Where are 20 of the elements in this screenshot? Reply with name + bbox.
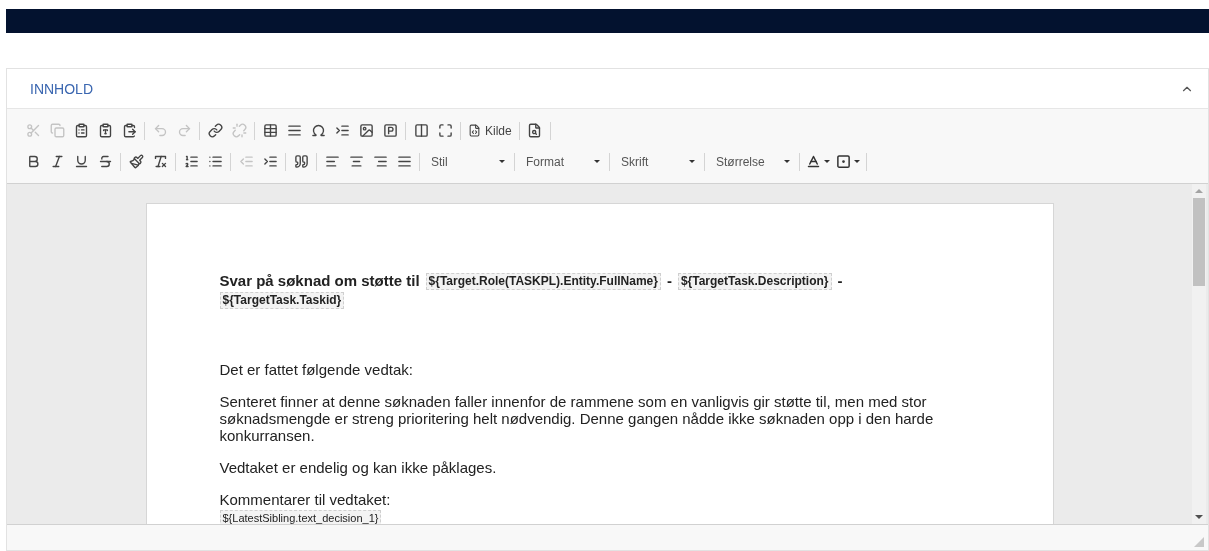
template-field: ${TargetTask.Taskid} [219, 292, 345, 309]
document-text: Kommentarer til vedtaket: [219, 491, 391, 508]
toolbar-dropdown[interactable]: Skrift [613, 149, 701, 174]
toolbar-dropdown[interactable]: Størrelse [708, 149, 796, 174]
template-field: ${TargetTask.Description} [677, 272, 832, 290]
document-text: - [837, 271, 843, 291]
document-text: Det er fattet følgende vedtak: [219, 361, 413, 378]
source-button[interactable]: Kilde [464, 118, 516, 143]
toolbar-dropdown[interactable]: Stil [423, 149, 511, 174]
scrollbar[interactable] [1192, 184, 1206, 524]
document-text: Senteret finner at denne søknaden faller innenfor de rammene som en vanligvis gir støtte til, men med stor søknadsmengde er streng prioritering helt nødvendig. Denne gangen nådde ikke søknaden opp i den harde konkurransen. [219, 393, 934, 444]
template-field: ${Target.Role(TASKPL).Entity.FullName} [425, 272, 661, 290]
document-text: - [666, 271, 672, 291]
document-text: Vedtaket er endelig og kan ikke påklages. [219, 459, 497, 476]
resize-grip-icon[interactable] [1194, 537, 1204, 547]
template-field: ${LatestSibling.text_decision_1} [219, 510, 382, 524]
code-file-icon [468, 124, 481, 137]
document-text: Svar på søknad om støtte til [219, 271, 420, 291]
toolbar-dropdown[interactable]: Format [518, 149, 606, 174]
panel-title: INNHOLD [30, 80, 93, 97]
